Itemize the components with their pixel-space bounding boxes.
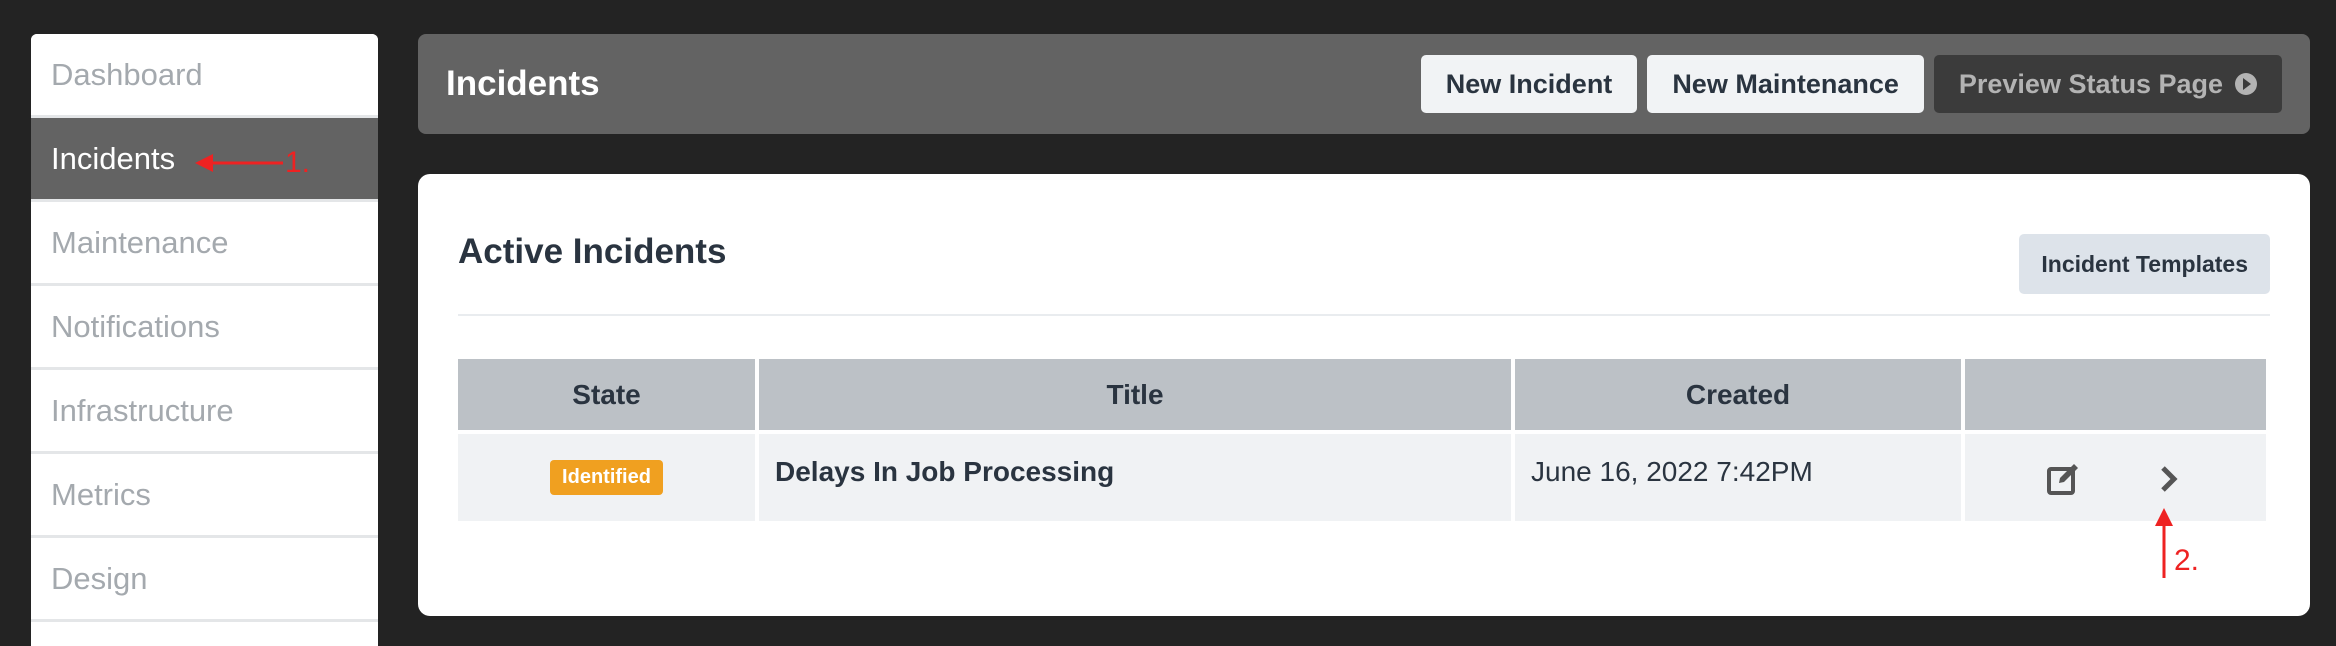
sidebar-item-design[interactable]: Design [31, 538, 378, 622]
sidebar-item-label: Incidents [51, 140, 176, 176]
divider [458, 314, 2270, 316]
incident-title: Delays In Job Processing [775, 456, 1115, 487]
page-header: Incidents New Incident New Maintenance P… [418, 34, 2310, 134]
chevron-right-icon[interactable] [2152, 462, 2186, 496]
column-header-state: State [458, 359, 759, 430]
table-header-row: State Title Created [458, 359, 2266, 430]
sidebar-item-infrastructure[interactable]: Infrastructure [31, 370, 378, 454]
incident-templates-button[interactable]: Incident Templates [2019, 234, 2270, 294]
preview-status-page-button[interactable]: Preview Status Page [1933, 55, 2282, 113]
sidebar-item-metrics[interactable]: Metrics [31, 454, 378, 538]
column-header-actions [1965, 359, 2266, 430]
sidebar-item-label: Notifications [51, 308, 220, 344]
table-row: Identified Delays In Job Processing June… [458, 430, 2266, 521]
sidebar-item-label: Metrics [51, 476, 151, 512]
arrow-circle-right-icon [2235, 73, 2257, 95]
active-incidents-card: Active Incidents Incident Templates Stat… [418, 174, 2310, 616]
red-arrow-left-icon [195, 154, 283, 172]
incidents-table: State Title Created Identified Delays In… [458, 359, 2266, 521]
annotation-2-label: 2. [2174, 544, 2200, 577]
sidebar-item-dashboard[interactable]: Dashboard [31, 34, 378, 118]
sidebar-item-notifications[interactable]: Notifications [31, 286, 378, 370]
sidebar-item-maintenance[interactable]: Maintenance [31, 202, 378, 286]
incident-created-date: June 16, 2022 7:42PM [1531, 456, 1813, 487]
new-incident-button[interactable]: New Incident [1420, 55, 1638, 113]
sidebar-item-label: Infrastructure [51, 392, 234, 428]
column-header-created: Created [1515, 359, 1965, 430]
cell-created: June 16, 2022 7:42PM [1515, 430, 1965, 521]
annotation-1: 1. [195, 143, 310, 183]
cell-state: Identified [458, 430, 759, 521]
sidebar-item-label: Maintenance [51, 224, 229, 260]
sidebar-item-label: Design [51, 560, 148, 596]
column-header-title: Title [759, 359, 1515, 430]
sidebar-item-label: Dashboard [51, 56, 203, 92]
new-maintenance-button[interactable]: New Maintenance [1647, 55, 1924, 113]
status-badge: Identified [550, 460, 663, 495]
section-title: Active Incidents [458, 232, 727, 271]
annotation-1-label: 1. [285, 146, 311, 179]
cell-title: Delays In Job Processing [759, 430, 1515, 521]
cell-actions [1965, 430, 2266, 521]
page-title: Incidents [446, 64, 600, 103]
sidebar-nav: Dashboard Incidents Maintenance Notifica… [31, 34, 378, 646]
edit-icon[interactable] [2046, 462, 2080, 496]
preview-status-page-label: Preview Status Page [1958, 68, 2223, 99]
